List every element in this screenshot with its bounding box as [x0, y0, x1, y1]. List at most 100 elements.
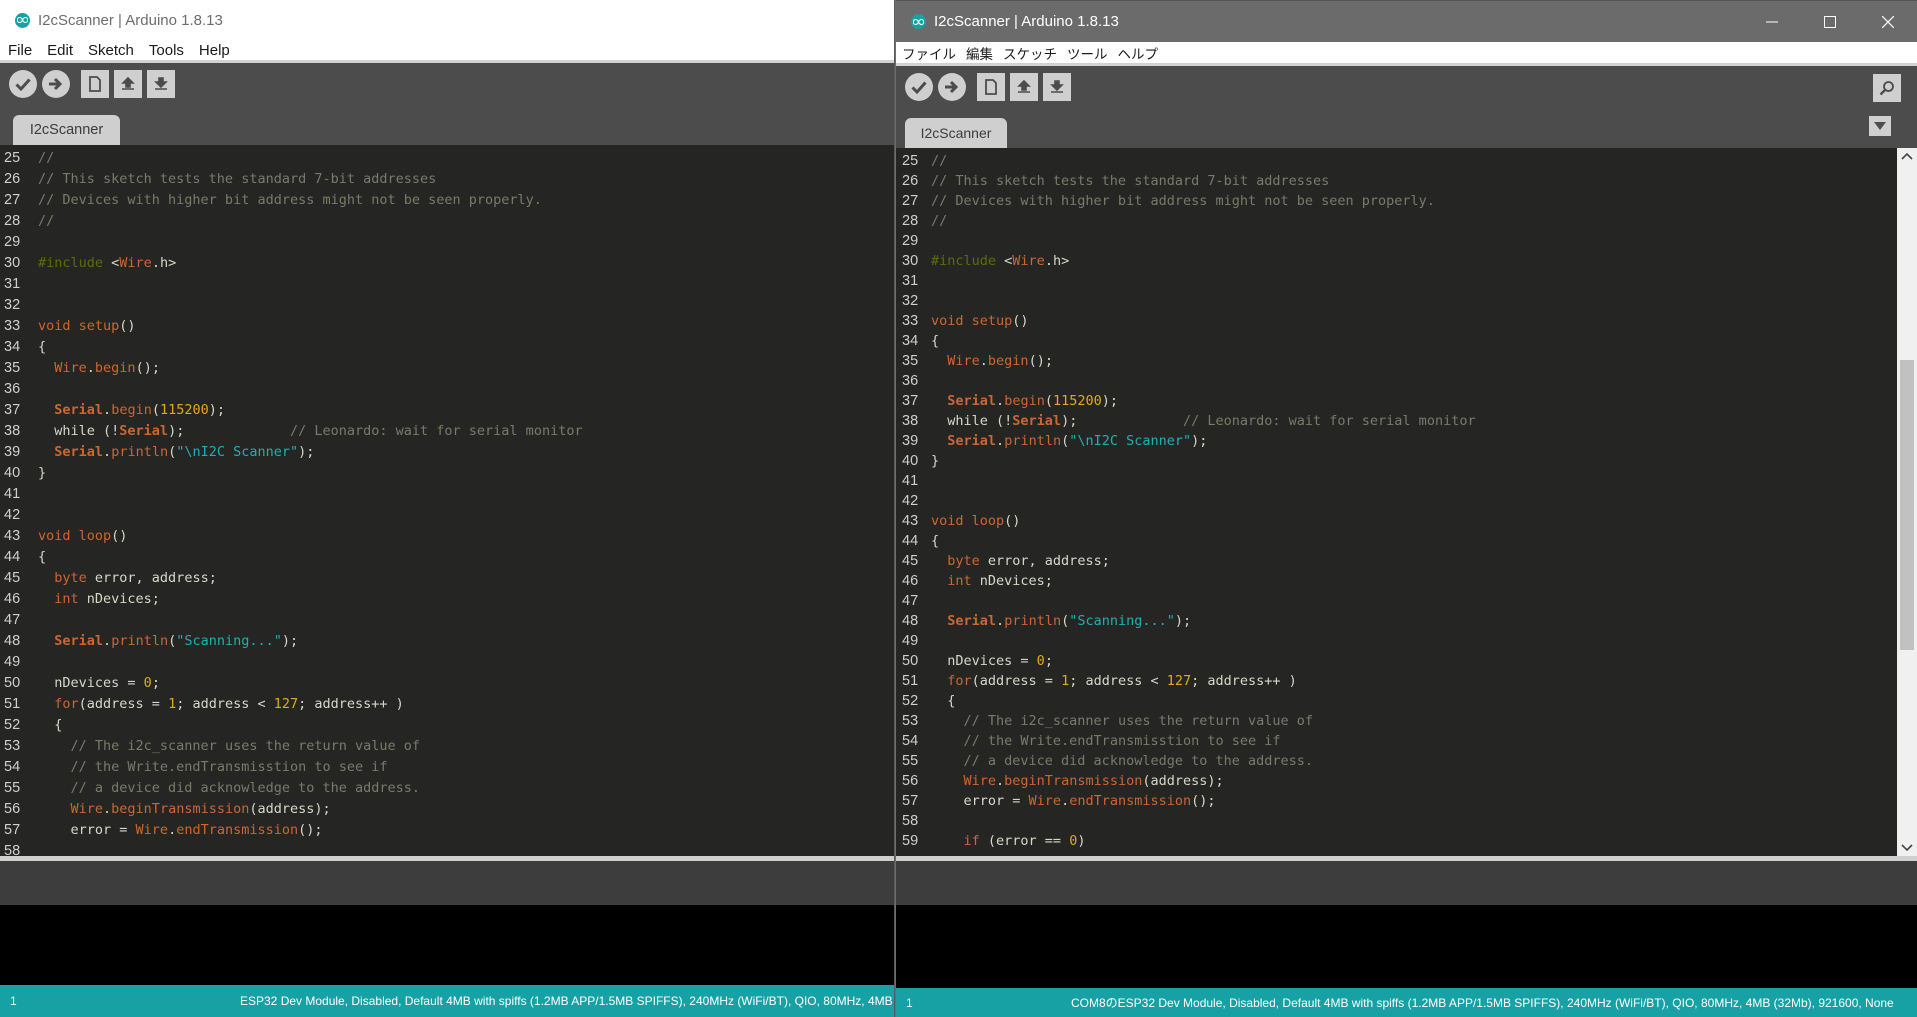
upload-button[interactable] [938, 73, 966, 101]
save-button[interactable] [147, 70, 175, 98]
code-token: Wire [119, 255, 152, 271]
code-editor[interactable]: 25 // 26 // This sketch tests the standard … [896, 148, 1897, 856]
tab-bar: I2cScanner [0, 105, 894, 145]
menu-file[interactable]: File [0, 42, 39, 59]
code-line: 51 for (address = 1; address < 127; addre… [0, 694, 583, 715]
scroll-up-icon[interactable] [1901, 151, 1913, 161]
line-number: 35 [902, 353, 919, 369]
title-bar: I2cScanner | Arduino 1.8.13 [0, 0, 894, 40]
code-token: Serial [119, 423, 169, 439]
code-token: { [38, 549, 47, 565]
code-token: .h> [151, 255, 177, 271]
menu-tools[interactable]: Tools [141, 42, 191, 59]
code-token: if [963, 833, 980, 849]
code-line: 26 // This sketch tests the standard 7-bi… [0, 169, 583, 190]
line-number: 32 [4, 297, 21, 313]
code-token: < [111, 255, 120, 271]
line-number: 42 [4, 507, 21, 523]
tab-sketch[interactable]: I2cScanner [905, 118, 1007, 148]
code-token: ; address < [1069, 673, 1167, 689]
code-line: 46 int nDevices; [0, 589, 583, 610]
code-lines: 25 // 26 // This sketch tests the standard … [896, 151, 1476, 851]
line-number: 29 [4, 234, 21, 250]
line-number: 49 [902, 633, 919, 649]
menu-sketch[interactable]: スケッチ [997, 43, 1061, 63]
new-button[interactable] [81, 70, 109, 98]
code-token: nDevices = [38, 675, 144, 691]
code-token: while (! [931, 413, 1013, 429]
code-token: { [38, 339, 47, 355]
code-line: 25 // [0, 148, 583, 169]
code-token: begin [111, 402, 152, 418]
line-number: 28 [902, 213, 919, 229]
line-number: 43 [4, 528, 21, 544]
line-number: 52 [902, 693, 919, 709]
code-line: 26 // This sketch tests the standard 7-bi… [896, 171, 1476, 191]
status-footer: 1 ESP32 Dev Module, Disabled, Default 4M… [0, 985, 894, 1017]
menu-edit[interactable]: Edit [39, 42, 80, 59]
code-token: ; [1044, 653, 1053, 669]
maximize-button[interactable] [1801, 1, 1859, 42]
menu-help[interactable]: Help [191, 42, 237, 59]
code-token: nDevices; [971, 573, 1053, 589]
code-editor[interactable]: 25 // 26 // This sketch tests the standard … [0, 145, 894, 856]
menu-help[interactable]: ヘルプ [1112, 43, 1163, 63]
vertical-scrollbar[interactable] [1897, 148, 1917, 856]
code-token: (address); [1142, 773, 1224, 789]
code-line: 37 Serial. begin(115200); [0, 400, 583, 421]
code-token: . [103, 402, 112, 418]
window-title: I2cScanner | Arduino 1.8.13 [38, 11, 223, 29]
minimize-button[interactable] [1743, 1, 1801, 42]
open-button[interactable] [1010, 73, 1038, 101]
code-token: "\nI2C Scanner" [1069, 433, 1192, 449]
menu-sketch[interactable]: Sketch [80, 42, 141, 59]
code-line: 32 [896, 291, 1476, 311]
code-token: (address = [971, 673, 1062, 689]
line-number: 50 [4, 675, 21, 691]
line-number: 44 [902, 533, 919, 549]
code-token: () [1012, 313, 1029, 329]
close-button[interactable] [1859, 1, 1917, 42]
open-button[interactable] [114, 70, 142, 98]
tab-sketch[interactable]: I2cScanner [13, 115, 120, 145]
new-button[interactable] [977, 73, 1005, 101]
code-line: 35 Wire. begin (); [896, 351, 1476, 371]
serial-monitor-button[interactable] [1873, 74, 1901, 102]
menu-file[interactable]: ファイル [896, 43, 960, 63]
scrollbar-thumb[interactable] [1900, 360, 1914, 650]
code-line: 57 error = Wire. endTransmission (); [0, 820, 583, 841]
code-token: ); [281, 633, 299, 649]
code-token: // a device did acknowledge to the addre… [70, 780, 421, 796]
code-token: . [996, 393, 1005, 409]
upload-button[interactable] [42, 70, 70, 98]
verify-button[interactable] [9, 70, 37, 98]
code-line: 45 byte error, address; [0, 568, 583, 589]
scroll-down-icon[interactable] [1901, 843, 1913, 853]
line-number: 38 [902, 413, 919, 429]
code-token: 0 [1036, 653, 1045, 669]
save-button[interactable] [1043, 73, 1071, 101]
code-token: Serial [947, 613, 997, 629]
code-token: { [931, 693, 956, 709]
tab-menu-button[interactable] [1869, 116, 1891, 136]
line-number: 36 [902, 373, 919, 389]
code-token: Serial [54, 633, 104, 649]
menu-edit[interactable]: 編集 [960, 43, 997, 63]
code-token: // a device did acknowledge to the addre… [963, 753, 1314, 769]
verify-button[interactable] [905, 73, 933, 101]
line-number: 37 [4, 402, 21, 418]
code-token: while (! [38, 423, 120, 439]
code-line: 57 error = Wire. endTransmission (); [896, 791, 1476, 811]
code-line: 27 // Devices with higher bit address mig… [0, 190, 583, 211]
line-number: 32 [902, 293, 919, 309]
code-token: // This sketch tests the standard 7-bit … [38, 171, 437, 187]
menu-tools[interactable]: ツール [1061, 43, 1112, 63]
code-token: (); [298, 822, 323, 838]
